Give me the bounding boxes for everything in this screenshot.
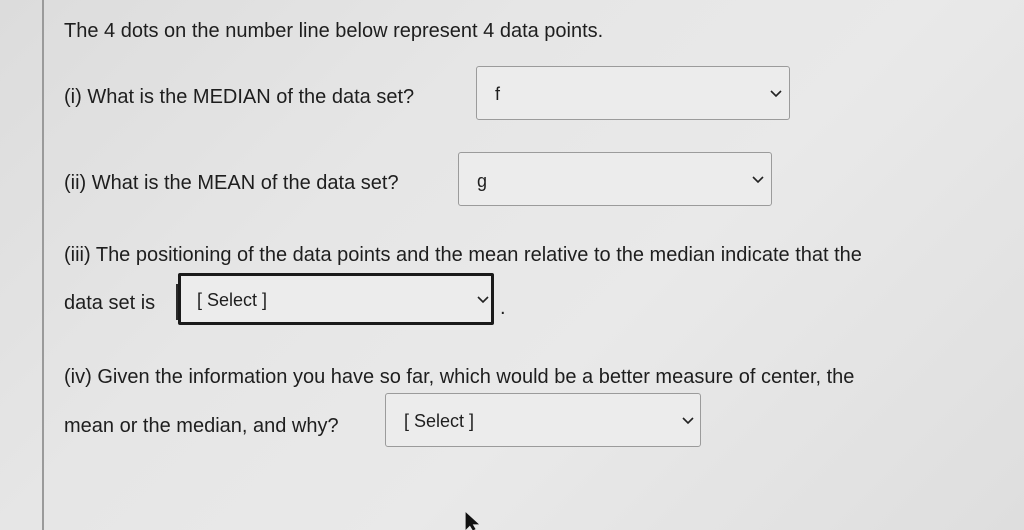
median-answer-select[interactable]: f [476,66,790,120]
mouse-pointer-icon [465,512,480,530]
center-measure-question-line2: mean or the median, and why? [64,415,339,437]
center-measure-question-line1: (iv) Given the information you have so f… [64,366,855,388]
sentence-period: . [500,297,506,319]
chevron-down-icon [682,417,694,425]
center-measure-selected-value: [ Select ] [404,411,475,431]
median-question-label: (i) What is the MEDIAN of the data set? [64,86,415,108]
center-measure-answer-select[interactable]: [ Select ] [385,393,701,447]
chevron-down-icon [770,90,782,98]
chevron-down-icon [752,176,764,184]
mean-question-label: (ii) What is the MEAN of the data set? [64,172,399,194]
chevron-down-icon [477,296,489,304]
positioning-question-line1: (iii) The positioning of the data points… [64,244,862,266]
skew-answer-select[interactable]: [ Select ] [178,273,494,325]
positioning-question-line2: data set is [64,292,156,314]
skew-selected-value: [ Select ] [197,290,268,310]
mean-answer-select[interactable]: g [458,152,772,206]
left-margin-rule [42,0,44,530]
mean-selected-value: g [477,171,488,191]
intro-text: The 4 dots on the number line below repr… [64,20,604,42]
median-selected-value: f [495,84,501,104]
